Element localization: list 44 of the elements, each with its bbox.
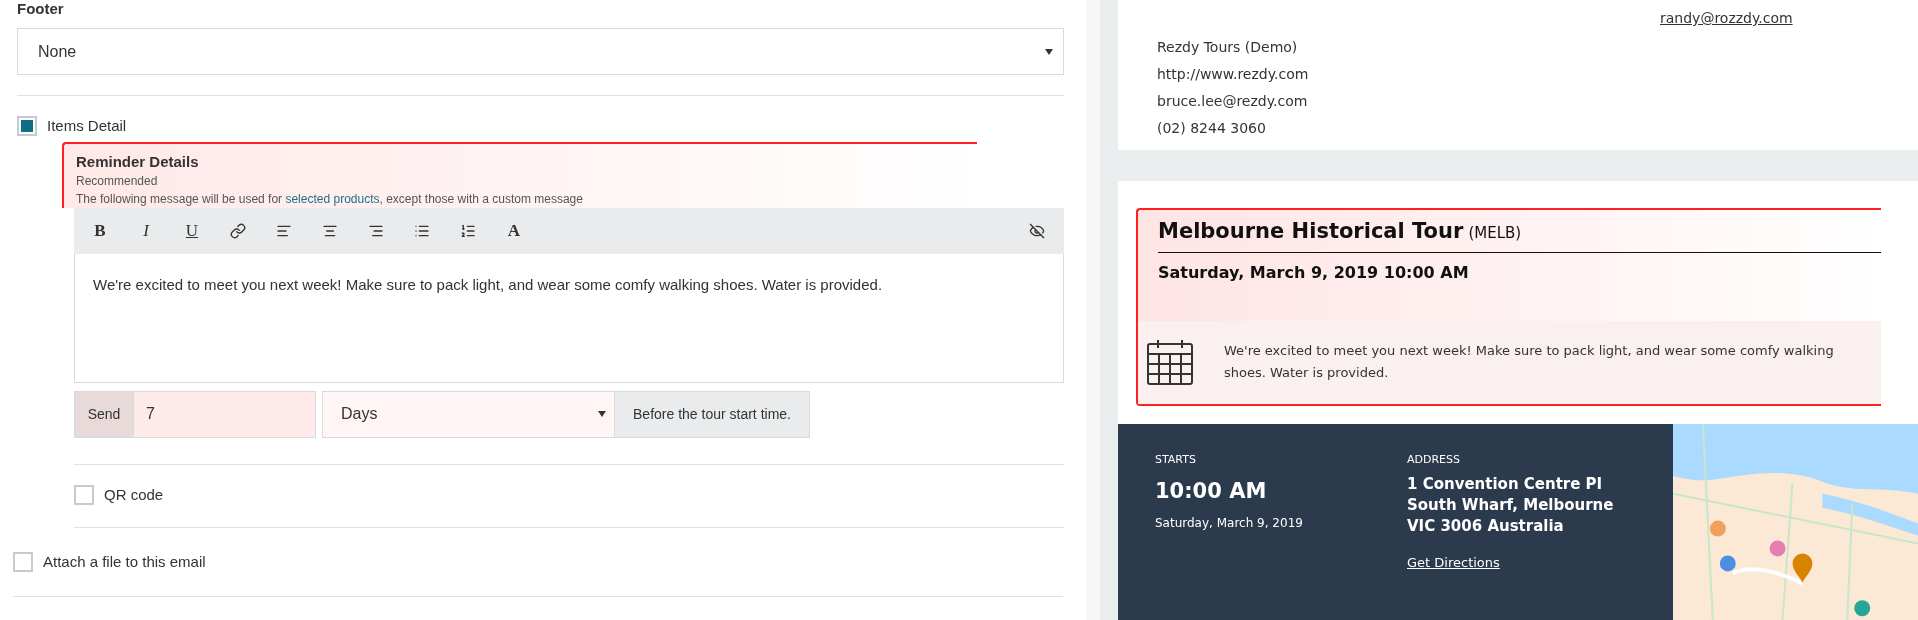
section-title: Reminder Details (76, 151, 200, 172)
company-detail: (02) 8244 3060 (1157, 119, 1267, 138)
eye-slash-icon (1029, 222, 1045, 239)
section-subtitle: Recommended (76, 172, 159, 190)
message-editor[interactable]: We're excited to meet you next week! Make sure to pack light, and wear some comfy walking shoes. Water is provided. (74, 253, 1064, 383)
address-line: VIC 3006 Australia (1407, 516, 1565, 538)
section-description: The following message will be used for selected products, except those with a custom message (76, 190, 584, 208)
checkbox-label: Items Detail (47, 116, 127, 136)
send-suffix: Before the tour start time. (615, 390, 810, 438)
start-date: Saturday, March 9, 2019 (1155, 514, 1304, 532)
products-link[interactable]: selected products (285, 191, 380, 206)
checkbox-label: QR code (104, 484, 164, 505)
italic-button[interactable]: I (128, 215, 164, 246)
start-time: 10:00 AM (1155, 478, 1268, 506)
checkbox[interactable] (13, 552, 33, 573)
field-label: Footer (17, 0, 65, 19)
caret-icon (598, 411, 606, 417)
address-label: ADDRESS (1407, 451, 1462, 468)
unit-select[interactable]: Days (322, 390, 615, 438)
footer-select[interactable]: None (17, 28, 1064, 75)
send-label: Send (74, 390, 134, 438)
numbered-list-icon (460, 222, 476, 239)
starts-label: STARTS (1155, 451, 1197, 468)
underline-button[interactable]: U (174, 215, 210, 246)
send-count-field[interactable]: 7 (134, 390, 316, 438)
tour-datetime: Saturday, March 9, 2019 10:00 AM (1158, 261, 1470, 284)
company-detail: bruce.lee@rezdy.com (1157, 92, 1309, 111)
checkbox[interactable] (74, 484, 94, 505)
checkbox[interactable] (17, 116, 37, 137)
directions-link[interactable]: Get Directions (1407, 553, 1614, 573)
tour-title: Melbourne Historical Tour (MELB) (1158, 216, 1881, 253)
address-line: 1 Convention Centre PI (1407, 474, 1604, 496)
checkbox-label: Attach a file to this email (43, 552, 206, 572)
link-icon (230, 222, 246, 239)
address-line: South Wharf, Melbourne (1407, 495, 1614, 517)
caret-icon (1045, 48, 1053, 55)
company-detail: Rezdy Tours (Demo) (1157, 38, 1299, 57)
email-link[interactable]: randy@rozzdy.com (1660, 8, 1793, 29)
message-text: We're excited to meet you next week! Make sure to pack light, and wear some comfy walking shoes. Water is provided. (93, 275, 883, 293)
font-button[interactable]: A (496, 215, 532, 246)
company-detail: http://www.rezdy.com (1157, 65, 1310, 84)
bold-button[interactable]: B (82, 215, 118, 246)
calendar-icon (1146, 338, 1194, 387)
tour-message: We're excited to meet you next week! Make sure to pack light, and wear some comfy walking shoes. Water is provided. (1224, 342, 1835, 383)
